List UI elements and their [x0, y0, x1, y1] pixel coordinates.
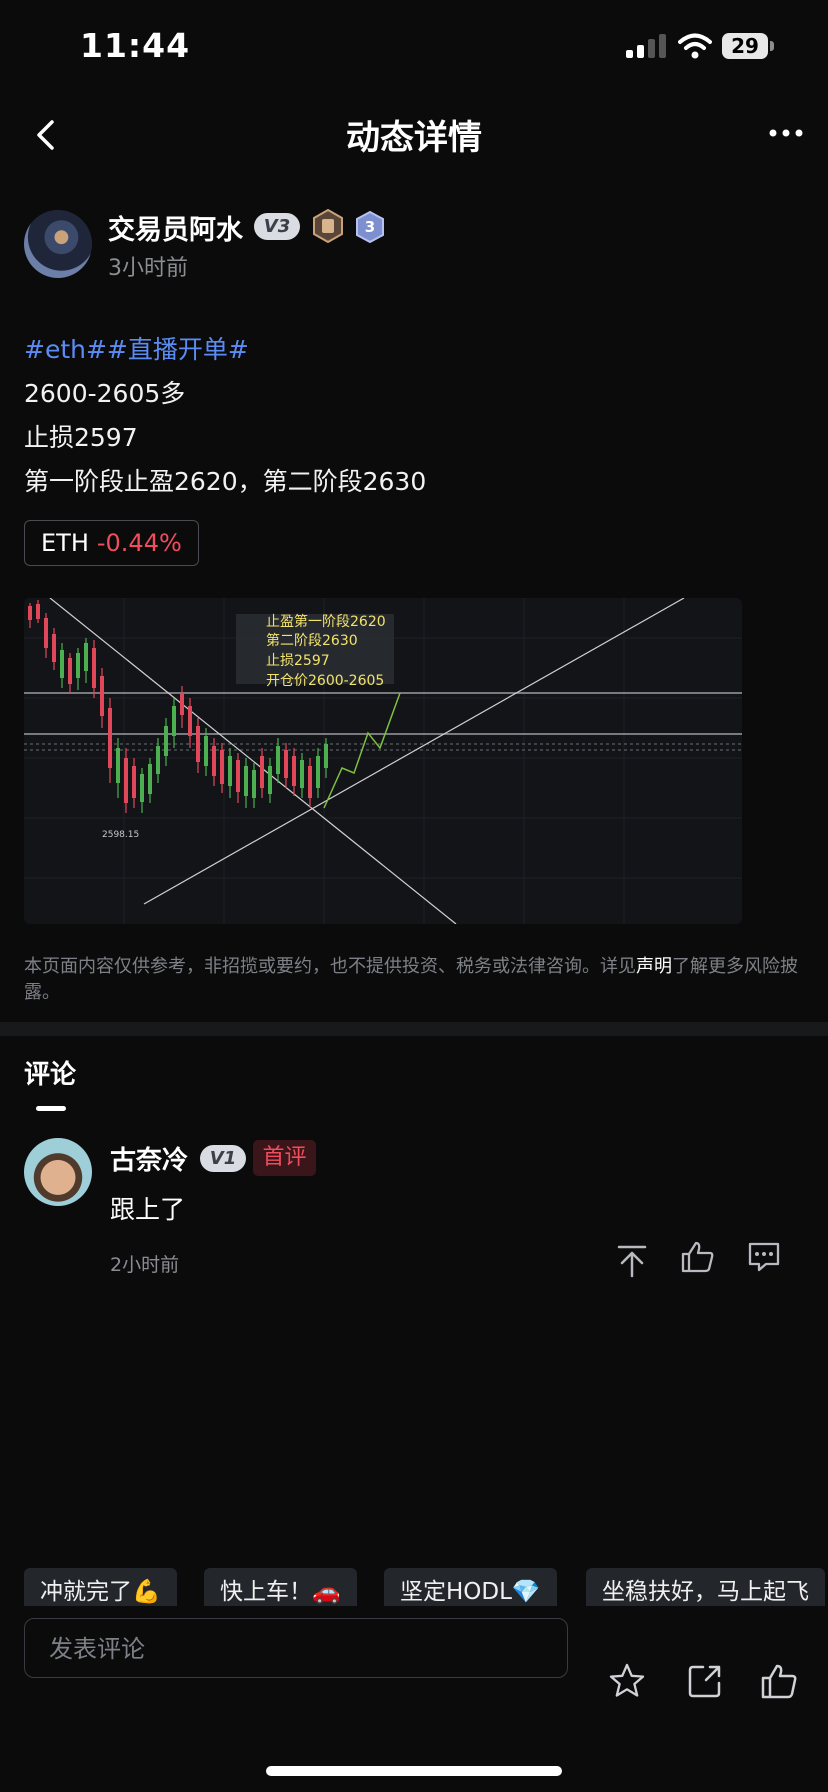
- disclaimer-link[interactable]: 声明: [636, 956, 672, 977]
- comment-like-icon[interactable]: [680, 1240, 716, 1274]
- favorite-star-icon[interactable]: [608, 1662, 646, 1700]
- post-time: 3小时前: [108, 256, 188, 281]
- first-comment-badge: 首评: [253, 1140, 316, 1176]
- level-badge: 3: [355, 211, 385, 243]
- commenter-avatar[interactable]: [24, 1138, 92, 1206]
- chart-annotation-line: 止损2597: [266, 653, 330, 669]
- vip-badge: V3: [254, 213, 300, 240]
- commenter-name[interactable]: 古奈冷: [110, 1140, 188, 1177]
- more-options-icon[interactable]: [768, 126, 804, 140]
- post-line: 第一阶段止盈2620，第二阶段2630: [24, 467, 427, 496]
- chart-low-marker: 2598.15: [102, 830, 140, 840]
- author-name[interactable]: 交易员阿水: [108, 208, 243, 247]
- quick-reply-chip[interactable]: 坚定HODL💎: [384, 1568, 557, 1606]
- coin-change: -0.44%: [96, 529, 182, 557]
- section-divider: [0, 1022, 828, 1036]
- author-avatar[interactable]: [24, 210, 92, 278]
- disclaimer: 本页面内容仅供参考，非招揽或要约，也不提供投资、税务或法律咨询。详见声明了解更多…: [24, 954, 802, 1006]
- quick-reply-chip[interactable]: 坐稳扶好，马上起飞: [586, 1568, 825, 1606]
- battery-icon: 29: [722, 33, 774, 59]
- page-title: 动态详情: [346, 118, 482, 158]
- comment-time: 2小时前: [110, 1254, 180, 1276]
- chart-annotation-line: 第二阶段2630: [266, 633, 358, 649]
- comment-reply-icon[interactable]: [746, 1240, 782, 1274]
- chart-annotation-line: 开仓价2600-2605: [266, 673, 385, 689]
- home-indicator: [266, 1766, 562, 1776]
- comment-input[interactable]: 发表评论: [24, 1618, 568, 1678]
- battery-level: 29: [722, 33, 768, 59]
- share-icon[interactable]: [686, 1662, 724, 1700]
- like-icon[interactable]: [760, 1662, 798, 1700]
- scroll-badge-icon: [313, 209, 343, 243]
- quick-reply-chip[interactable]: 冲就完了💪: [24, 1568, 177, 1606]
- commenter-vip-badge: V1: [200, 1145, 246, 1172]
- post-line: 止损2597: [24, 423, 138, 452]
- pin-to-top-icon[interactable]: [616, 1244, 648, 1278]
- post-line: 2600-2605多: [24, 379, 186, 408]
- tab-comments[interactable]: 评论: [24, 1054, 76, 1091]
- coin-symbol: ETH: [41, 529, 89, 557]
- level-number: 3: [364, 218, 376, 236]
- chart-image[interactable]: 止盈第一阶段2620 第二阶段2630 止损2597 开仓价2600-2605 …: [24, 598, 742, 924]
- cellular-signal-icon: [626, 34, 666, 58]
- quick-reply-bar: 冲就完了💪 快上车！🚗 坚定HODL💎 坐稳扶好，马上起飞: [0, 1544, 828, 1606]
- post-hashtags[interactable]: #eth##直播开单#: [24, 330, 249, 366]
- chart-annotation-line: 止盈第一阶段2620: [266, 614, 386, 630]
- quick-reply-chip[interactable]: 快上车！🚗: [204, 1568, 357, 1606]
- tab-indicator: [36, 1106, 66, 1111]
- wifi-icon: [678, 33, 712, 59]
- comment-text: 跟上了: [110, 1195, 186, 1224]
- status-time: 11:44: [80, 26, 191, 65]
- coin-tag[interactable]: ETH -0.44%: [24, 520, 199, 566]
- disclaimer-text: 本页面内容仅供参考，非招揽或要约，也不提供投资、税务或法律咨询。详见: [24, 956, 636, 977]
